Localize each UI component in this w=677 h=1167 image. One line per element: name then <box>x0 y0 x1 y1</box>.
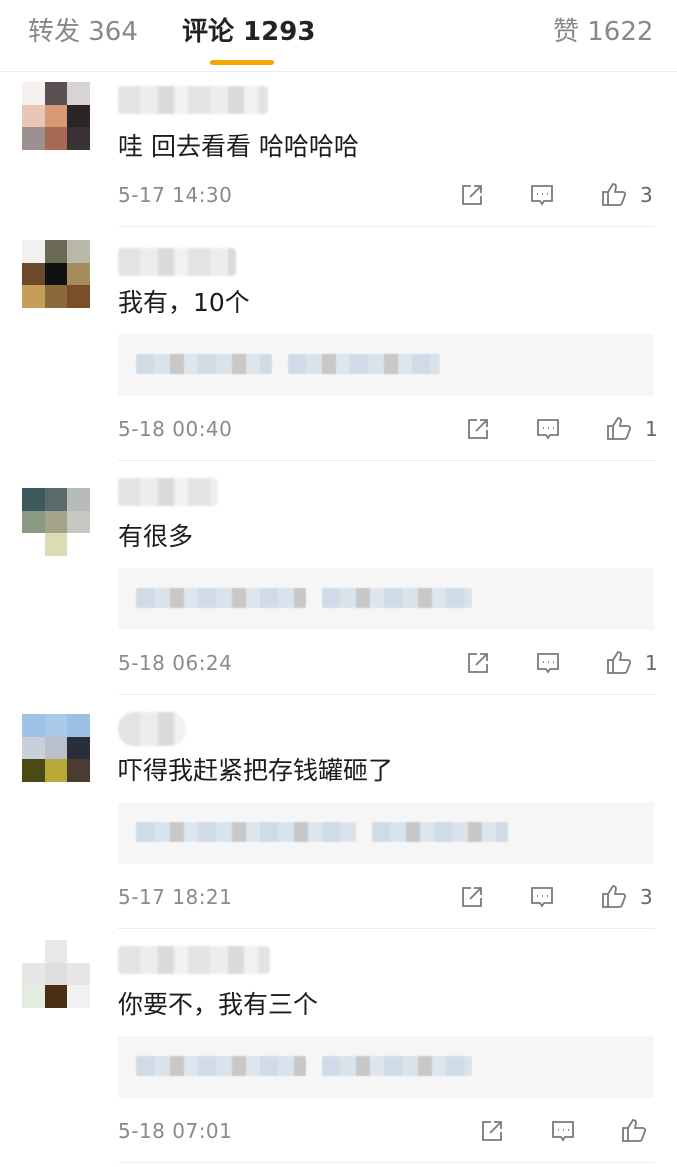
reply-blurred-text <box>136 1056 306 1076</box>
avatar[interactable] <box>22 240 90 308</box>
comment-icon[interactable] <box>534 415 562 443</box>
comment-icon[interactable] <box>534 649 562 677</box>
comment-text: 我有，10个 <box>118 288 250 317</box>
tab-forward[interactable]: 转发 364 <box>28 14 138 50</box>
thumbs-up-icon[interactable] <box>600 882 628 910</box>
active-tab-indicator <box>210 60 274 65</box>
reply-blurred-text <box>372 822 508 842</box>
comment-tabs: 转发 364 评论 1293 赞 1622 <box>0 0 677 72</box>
thumbs-up-icon[interactable] <box>605 414 633 442</box>
thumbs-up-icon[interactable] <box>600 180 628 208</box>
comment-time: 5-18 06:24 <box>118 651 233 675</box>
username-blurred[interactable] <box>118 712 186 746</box>
reply-blurred-text <box>136 354 272 374</box>
comment-time: 5-17 18:21 <box>118 885 233 909</box>
share-icon[interactable] <box>458 181 486 209</box>
divider <box>118 1162 655 1163</box>
like-count: 3 <box>640 183 653 207</box>
avatar[interactable] <box>22 714 90 782</box>
comment-time: 5-18 07:01 <box>118 1119 233 1143</box>
like-count: 1 <box>645 651 658 675</box>
comment-time: 5-18 00:40 <box>118 417 233 441</box>
thumbs-up-icon[interactable] <box>605 648 633 676</box>
comment-text: 你要不，我有三个 <box>118 990 319 1019</box>
comment-time: 5-17 14:30 <box>118 183 233 207</box>
reply-blurred-text <box>136 822 356 842</box>
share-icon[interactable] <box>478 1117 506 1145</box>
avatar[interactable] <box>22 488 90 556</box>
comment-icon[interactable] <box>528 883 556 911</box>
comment-text: 有很多 <box>118 522 194 551</box>
reply-blurred-text <box>322 588 472 608</box>
username-blurred[interactable] <box>118 86 268 114</box>
comment-icon[interactable] <box>528 181 556 209</box>
share-icon[interactable] <box>464 649 492 677</box>
tab-comments[interactable]: 评论 1293 <box>182 14 315 50</box>
like-count: 1 <box>645 417 658 441</box>
divider <box>118 928 655 929</box>
reply-preview[interactable] <box>118 568 654 630</box>
comment-text: 吓得我赶紧把存钱罐砸了 <box>118 756 394 785</box>
reply-blurred-text <box>322 1056 472 1076</box>
comment-icon[interactable] <box>549 1117 577 1145</box>
avatar[interactable] <box>22 82 90 150</box>
tab-likes[interactable]: 赞 1622 <box>553 14 653 50</box>
reply-blurred-text <box>288 354 440 374</box>
avatar[interactable] <box>22 940 90 1008</box>
share-icon[interactable] <box>464 415 492 443</box>
reply-blurred-text <box>136 588 306 608</box>
reply-preview[interactable] <box>118 334 654 396</box>
username-blurred[interactable] <box>118 478 218 506</box>
reply-preview[interactable] <box>118 1036 654 1098</box>
thumbs-up-icon[interactable] <box>620 1116 648 1144</box>
divider <box>118 226 655 227</box>
like-count: 3 <box>640 885 653 909</box>
username-blurred[interactable] <box>118 248 236 276</box>
comment-text: 哇 回去看看 哈哈哈哈 <box>118 132 359 161</box>
divider <box>118 694 655 695</box>
share-icon[interactable] <box>458 883 486 911</box>
username-blurred[interactable] <box>118 946 270 974</box>
divider <box>118 460 655 461</box>
reply-preview[interactable] <box>118 802 654 864</box>
